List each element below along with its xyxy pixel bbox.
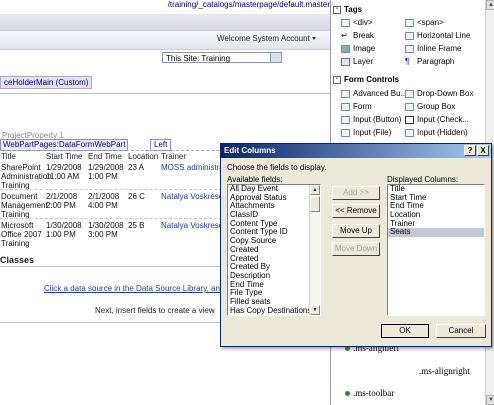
dialog-title-bar[interactable]: Edit Columns xyxy=(221,144,491,158)
scroll-down-icon[interactable]: ▼ xyxy=(310,305,320,315)
row-end: 1/29/2008 1:00 PM xyxy=(88,163,124,181)
ok-button[interactable]: OK xyxy=(381,324,429,338)
close-button[interactable]: X xyxy=(477,145,489,156)
toolbox-item-advanced-button[interactable]: Advanced Bu... xyxy=(341,89,407,98)
scroll-up-icon[interactable]: ▲ xyxy=(310,185,320,195)
dropdown-arrow-icon xyxy=(270,53,281,62)
move-down-button[interactable]: Move Down xyxy=(332,242,380,256)
collapse-icon: - xyxy=(333,75,341,84)
toolbox-item-input-button[interactable]: Input (Button) xyxy=(341,115,401,124)
paragraph-icon: ¶ xyxy=(405,57,414,66)
tags-section-header[interactable]: - Tags xyxy=(333,5,362,14)
row-divider xyxy=(0,218,222,220)
dropdown-box-icon xyxy=(405,89,414,98)
form-icon xyxy=(341,102,350,111)
remove-button[interactable]: << Remove xyxy=(332,204,380,218)
toolbox-item-break[interactable]: ↵ Break xyxy=(341,31,374,40)
divider xyxy=(0,93,330,94)
toolbox-item-span[interactable]: <span> xyxy=(405,18,444,27)
move-up-button[interactable]: Move Up xyxy=(332,224,380,238)
header-trainer: Trainer xyxy=(161,152,187,161)
css-item-alignright[interactable]: .ms-alignright xyxy=(419,366,470,376)
site-select-value: This Site: Training xyxy=(166,54,231,63)
row-divider xyxy=(0,189,222,191)
dialog-instruction: Choose the fields to display. xyxy=(227,163,327,172)
cancel-button[interactable]: Cancel xyxy=(436,324,486,338)
available-field-item[interactable]: Has Copy Destinations xyxy=(228,306,320,315)
row-location: 23 A xyxy=(128,163,145,172)
toolbox-item-group-box[interactable]: Group Box xyxy=(405,102,455,111)
data-source-link[interactable]: Click a data source in the Data Source L… xyxy=(44,284,242,293)
layer-icon xyxy=(341,57,350,66)
toolbox-item-dropdown-box[interactable]: Drop-Down Box xyxy=(405,89,473,98)
table-row: Microsoft Office 2007 Training xyxy=(1,221,42,248)
row-start: 1/30/2008 1:00 PM xyxy=(46,221,82,239)
classes-heading: Classes xyxy=(0,255,35,265)
header-title: Title xyxy=(1,152,16,161)
toolbox-item-paragraph[interactable]: ¶ Paragraph xyxy=(405,57,454,66)
toolbox-item-horizontal-line[interactable]: Horizontal Line xyxy=(405,31,470,40)
welcome-text: Welcome System Account xyxy=(217,34,310,43)
chevron-down-icon xyxy=(311,37,316,41)
available-fields-list[interactable]: All Day Event Approval Status Attachments C… xyxy=(227,184,321,316)
welcome-menu[interactable]: Welcome System Account xyxy=(217,34,316,43)
scroll-thumb[interactable] xyxy=(310,196,320,212)
span-tag-icon xyxy=(405,18,414,27)
style-bullet-icon xyxy=(345,391,350,397)
image-icon xyxy=(341,44,350,53)
toolbox-item-input-checkbox[interactable]: Input (Check... xyxy=(405,115,469,124)
form-controls-section-header[interactable]: - Form Controls xyxy=(333,75,399,84)
header-end-time: End Time xyxy=(88,152,122,161)
group-box-icon xyxy=(405,102,414,111)
input-hidden-icon xyxy=(405,128,414,137)
css-item-toolbar[interactable]: .ms-toolbar xyxy=(345,388,394,398)
input-checkbox-icon xyxy=(405,115,414,124)
toolbox-item-form[interactable]: Form xyxy=(341,102,372,111)
top-strip xyxy=(0,14,330,30)
available-fields-label: Available fields: xyxy=(227,175,283,184)
help-button[interactable]: ? xyxy=(464,145,476,156)
dialog-title: Edit Columns xyxy=(224,146,276,155)
header-location: Location xyxy=(128,152,159,161)
site-search-scope-select[interactable]: This Site: Training xyxy=(162,52,282,63)
displayed-column-item[interactable]: Seats xyxy=(388,228,484,238)
style-bullet-icon xyxy=(345,346,350,352)
inline-frame-icon xyxy=(405,44,414,53)
break-icon: ↵ xyxy=(341,31,350,40)
master-page-url: /training/_catalogs/masterpage/default.m… xyxy=(0,0,330,11)
toolbox-item-input-file[interactable]: Input (File) xyxy=(341,128,391,137)
row-end: 1/30/2008 3:00 PM xyxy=(88,221,124,239)
row-start: 2/1/2008 2:00 PM xyxy=(46,192,78,210)
available-fields-scrollbar[interactable]: ▲ ▼ xyxy=(309,185,320,315)
insert-fields-hint: Next, insert fields to create a view xyxy=(95,306,215,315)
toolbox-item-div[interactable]: <div> xyxy=(341,18,373,27)
advanced-button-icon xyxy=(341,89,350,98)
scroll-up-icon[interactable]: ▲ xyxy=(486,0,494,10)
row-end: 2/1/2008 4:00 PM xyxy=(88,192,120,210)
edit-columns-dialog: Edit Columns ? X Choose the fields to di… xyxy=(220,143,492,347)
row-start: 1/29/2008 11:00 AM xyxy=(46,163,82,181)
displayed-columns-list[interactable]: Title Start Time End Time Location Trainer Se… xyxy=(387,184,485,316)
horizontal-line-icon xyxy=(405,31,414,40)
placeholder-main-tag[interactable]: ceHolderMain (Custom) xyxy=(0,76,93,89)
div-tag-icon xyxy=(341,18,350,27)
input-file-icon xyxy=(341,128,350,137)
table-row: SharePoint Administration Training xyxy=(1,163,52,190)
toolbox-item-inline-frame[interactable]: Inline Frame xyxy=(405,44,461,53)
toolbox-item-layer[interactable]: Layer xyxy=(341,57,373,66)
toolbox-item-image[interactable]: Image xyxy=(341,44,375,53)
row-location: 26 C xyxy=(128,192,145,201)
collapse-icon: - xyxy=(333,5,341,14)
header-start-time: Start Time xyxy=(46,152,83,161)
displayed-columns-label: Displayed Columns: xyxy=(387,175,459,184)
input-button-icon xyxy=(341,115,350,124)
scroll-down-icon[interactable]: ▼ xyxy=(486,395,494,405)
table-row: Document Management Training xyxy=(1,192,48,219)
row-location: 25 B xyxy=(128,221,145,230)
toolbox-item-input-hidden[interactable]: Input (Hidden) xyxy=(405,128,468,137)
add-button[interactable]: Add >> xyxy=(332,186,380,200)
